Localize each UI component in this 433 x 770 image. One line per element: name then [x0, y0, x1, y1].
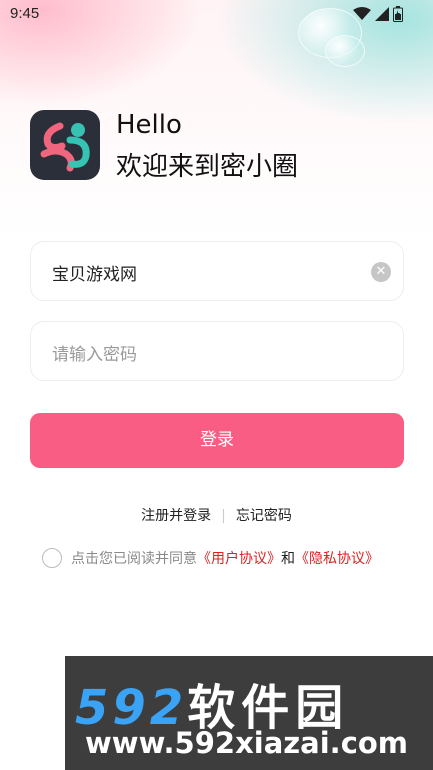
signal-icon	[375, 7, 389, 21]
privacy-agreement-link[interactable]: 《隐私协议》	[295, 548, 379, 568]
username-field[interactable]: 宝贝游戏网 ✕	[30, 241, 404, 301]
wifi-icon	[353, 7, 371, 20]
status-time: 9:45	[10, 5, 40, 22]
decorative-bubble	[325, 35, 365, 67]
user-agreement-link[interactable]: 《用户协议》	[197, 548, 281, 568]
login-button[interactable]: 登录	[30, 413, 404, 468]
link-separator: |	[221, 508, 226, 524]
greeting-title: Hello	[116, 110, 182, 140]
clear-icon[interactable]: ✕	[371, 262, 391, 282]
battery-icon	[393, 6, 403, 22]
forgot-password-link[interactable]: 忘记密码	[236, 508, 292, 524]
watermark-url: www.592xiazai.com	[85, 726, 409, 760]
agreement-row: 点击您已阅读并同意 《用户协议》 和 《隐私协议》	[42, 548, 379, 568]
account-links: 注册并登录 | 忘记密码	[0, 505, 433, 525]
agreement-checkbox[interactable]	[42, 548, 62, 568]
register-link[interactable]: 注册并登录	[141, 508, 211, 524]
agreement-text: 点击您已阅读并同意	[71, 551, 197, 567]
app-logo	[30, 110, 100, 180]
welcome-title: 欢迎来到密小圈	[116, 152, 299, 182]
status-bar: 9:45	[0, 0, 433, 30]
status-icons	[353, 6, 403, 22]
agreement-and: 和	[281, 551, 295, 567]
app-logo-icon	[40, 122, 90, 172]
password-field[interactable]: 请输入密码	[30, 321, 404, 381]
password-input[interactable]: 请输入密码	[52, 340, 137, 365]
username-input[interactable]: 宝贝游戏网	[52, 260, 137, 285]
watermark-banner: 592软件园 www.592xiazai.com	[65, 656, 433, 770]
